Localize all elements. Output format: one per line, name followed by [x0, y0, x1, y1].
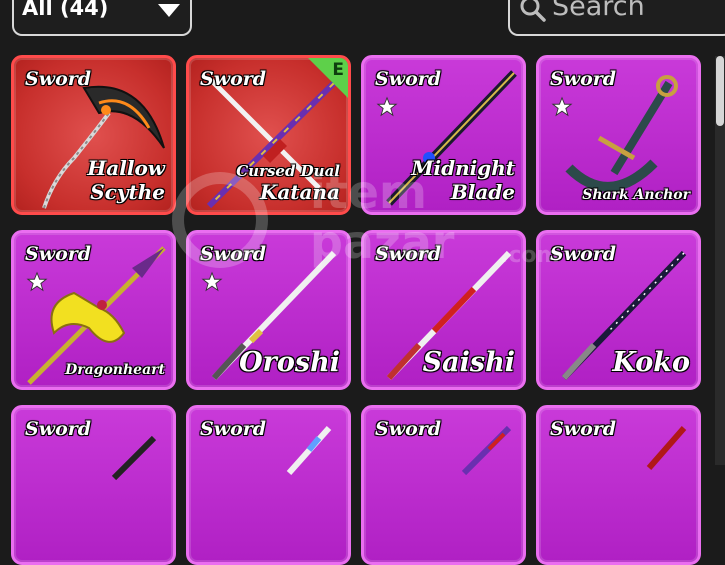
item-type: Sword: [25, 243, 92, 265]
item-type: Sword: [200, 243, 267, 265]
search-input[interactable]: [550, 0, 724, 22]
item-card[interactable]: Sword: [11, 405, 176, 565]
item-type: Sword: [550, 418, 617, 440]
item-type: Sword: [25, 418, 92, 440]
item-card-oroshi[interactable]: Sword Oroshi: [186, 230, 351, 390]
item-card-koko[interactable]: Sword Koko: [536, 230, 701, 390]
item-name: Cursed Dual Katana: [236, 162, 340, 204]
star-icon: [376, 96, 398, 117]
item-card-dragonheart[interactable]: Sword Dragonheart: [11, 230, 176, 390]
item-card-shark-anchor[interactable]: Sword Shark Anchor: [536, 55, 701, 215]
item-name-line2: Katana: [259, 180, 340, 204]
scrollbar-thumb[interactable]: [716, 56, 724, 126]
item-name: Midnight Blade: [411, 156, 515, 204]
item-type: Sword: [375, 418, 442, 440]
item-name: Hallow Scythe: [87, 156, 165, 204]
item-type: Sword: [200, 418, 267, 440]
item-name: Koko: [612, 346, 690, 378]
item-card-cursed-dual-katana[interactable]: E Sword Cursed Dual Katana: [186, 55, 351, 215]
top-bar: All (44): [0, 0, 725, 40]
item-type: Sword: [550, 243, 617, 265]
search-icon: [520, 0, 546, 22]
star-icon: [201, 271, 223, 292]
item-card-saishi[interactable]: Sword Saishi: [361, 230, 526, 390]
star-icon: [26, 271, 48, 292]
filter-dropdown[interactable]: All (44): [12, 0, 192, 36]
item-name: Shark Anchor: [582, 187, 690, 204]
exclusive-badge-label: E: [332, 60, 344, 80]
star-icon: [551, 96, 573, 117]
item-type: Sword: [550, 68, 617, 90]
item-card[interactable]: Sword: [536, 405, 701, 565]
item-name: Oroshi: [239, 346, 340, 378]
item-name-line1: Midnight: [411, 156, 515, 180]
filter-label: All (44): [22, 0, 109, 20]
search-box[interactable]: [508, 0, 725, 36]
item-card[interactable]: Sword: [361, 405, 526, 565]
item-type: Sword: [25, 68, 92, 90]
item-card[interactable]: Sword: [186, 405, 351, 565]
item-name-line1: Hallow: [87, 156, 165, 180]
item-card-midnight-blade[interactable]: Sword Midnight Blade: [361, 55, 526, 215]
item-type: Sword: [200, 68, 267, 90]
item-type: Sword: [375, 68, 442, 90]
item-name-line2: Blade: [450, 180, 515, 204]
item-type: Sword: [375, 243, 442, 265]
item-name-line1: Cursed Dual: [236, 162, 340, 180]
item-name: Saishi: [422, 346, 515, 378]
item-card-hallow-scythe[interactable]: Sword Hallow Scythe: [11, 55, 176, 215]
chevron-down-icon: [158, 4, 180, 17]
item-name-line2: Scythe: [90, 180, 165, 204]
item-name: Dragonheart: [65, 362, 165, 379]
